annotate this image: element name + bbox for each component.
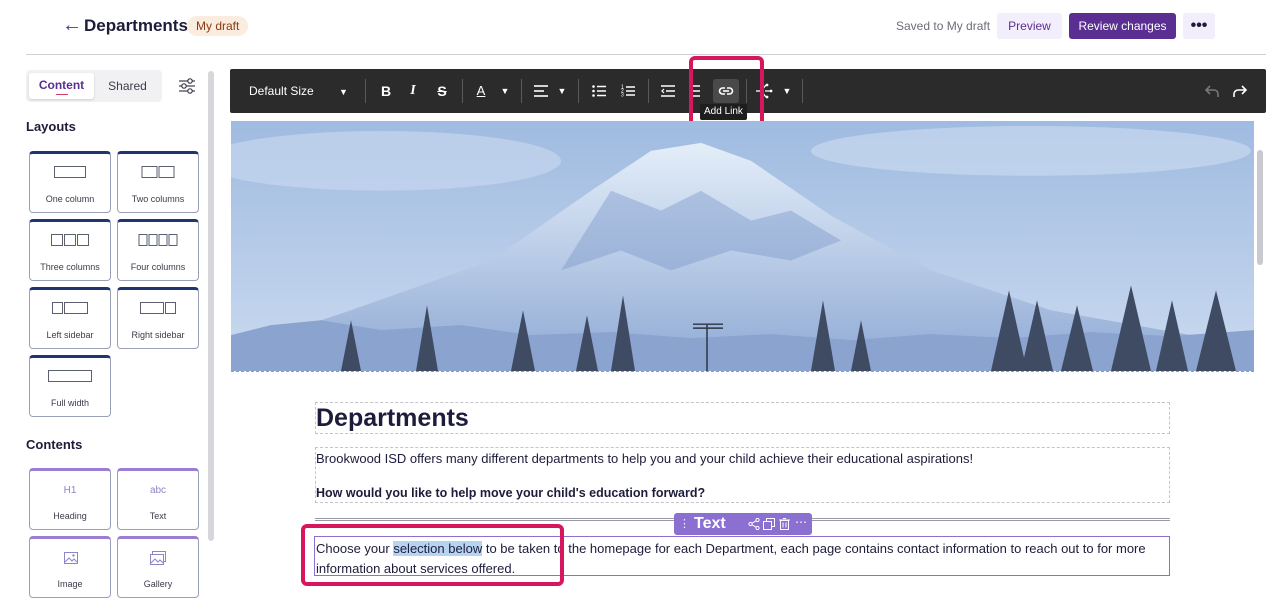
canvas-scrollbar[interactable]	[1257, 150, 1263, 265]
layout-full-width[interactable]: Full width	[29, 355, 111, 417]
content-text[interactable]: abc Text	[117, 468, 199, 530]
chevron-down-icon[interactable]: ▼	[500, 69, 510, 113]
tile-label: Heading	[53, 511, 87, 521]
tile-label: Three columns	[40, 262, 100, 272]
hero-image[interactable]	[231, 121, 1254, 372]
bold-button[interactable]: B	[379, 69, 393, 113]
layouts-heading: Layouts	[26, 119, 76, 134]
three-columns-icon	[51, 234, 89, 246]
duplicate-icon[interactable]	[763, 518, 775, 530]
toolbar-divider	[521, 79, 522, 103]
undo-icon[interactable]	[1204, 83, 1220, 99]
four-columns-icon	[138, 234, 178, 246]
tile-label: Left sidebar	[46, 330, 94, 340]
contents-heading: Contents	[26, 437, 83, 452]
text-color-button[interactable]: A	[474, 69, 488, 113]
chevron-down-icon: ▼	[339, 87, 348, 97]
toolbar-divider	[802, 79, 803, 103]
content-gallery[interactable]: Gallery	[117, 536, 199, 598]
image-icon	[64, 552, 78, 564]
tile-label: Image	[57, 579, 83, 589]
sidebar-scrollbar[interactable]	[208, 71, 214, 541]
draft-badge: My draft	[187, 16, 249, 36]
bullet-list-icon[interactable]	[592, 85, 606, 97]
intro-text: Brookwood ISD offers many different depa…	[316, 451, 974, 466]
tab-content[interactable]: Content	[29, 73, 94, 99]
layout-four-columns[interactable]: Four columns	[117, 219, 199, 281]
chevron-down-icon[interactable]: ▼	[557, 69, 567, 113]
top-bar: ← Departments My draft Saved to My draft…	[0, 0, 1280, 54]
highlight-box	[689, 56, 764, 130]
page-heading: Departments	[316, 404, 469, 432]
italic-button[interactable]: I	[407, 69, 419, 113]
layout-right-sidebar[interactable]: Right sidebar	[117, 287, 199, 349]
strikethrough-button[interactable]: S	[434, 69, 450, 113]
sidebar: Content Shared Layouts One column Two co…	[0, 55, 220, 606]
tile-label: Two columns	[131, 194, 185, 204]
tile-label: Text	[149, 511, 167, 521]
tile-label: One column	[45, 194, 95, 204]
more-options-button[interactable]: •••	[1183, 13, 1215, 39]
tile-label: Right sidebar	[131, 330, 185, 340]
heading-icon: H1	[63, 485, 77, 496]
text-block-toolbar: ⋮ Text ⋯	[674, 513, 812, 535]
gallery-icon	[150, 551, 166, 565]
drag-handle-icon[interactable]: ⋮	[679, 517, 690, 530]
one-column-icon	[54, 166, 86, 178]
highlight-box	[301, 524, 564, 586]
preview-button[interactable]: Preview	[997, 13, 1062, 39]
layout-three-columns[interactable]: Three columns	[29, 219, 111, 281]
more-icon[interactable]: ⋯	[795, 515, 807, 529]
full-width-icon	[48, 370, 92, 382]
layout-left-sidebar[interactable]: Left sidebar	[29, 287, 111, 349]
review-changes-button[interactable]: Review changes	[1069, 13, 1176, 39]
two-columns-icon	[141, 166, 175, 178]
text-icon: abc	[149, 485, 167, 496]
heading-block[interactable]: Departments	[315, 402, 1170, 434]
content-heading[interactable]: H1 Heading	[29, 468, 111, 530]
save-status: Saved to My draft	[896, 19, 991, 33]
layout-one-column[interactable]: One column	[29, 151, 111, 213]
font-size-dropdown[interactable]: Default Size ▼	[249, 69, 348, 113]
page-title: Departments	[84, 16, 188, 35]
layout-two-columns[interactable]: Two columns	[117, 151, 199, 213]
left-sidebar-icon	[52, 302, 88, 314]
question-text: How would you like to help move your chi…	[316, 486, 706, 500]
align-left-icon[interactable]	[534, 85, 548, 97]
redo-icon[interactable]	[1232, 83, 1248, 99]
outdent-icon[interactable]	[661, 85, 675, 97]
share-icon[interactable]	[748, 518, 760, 530]
sidebar-tabs: Content Shared	[26, 70, 162, 102]
svg-text:3: 3	[621, 93, 624, 98]
chevron-down-icon[interactable]: ▼	[782, 69, 792, 113]
toolbar-divider	[462, 79, 463, 103]
tile-label: Full width	[50, 398, 89, 408]
font-size-value: Default Size	[249, 84, 314, 98]
block-type-label: Text	[694, 515, 726, 532]
toolbar-divider	[365, 79, 366, 103]
right-sidebar-icon	[140, 302, 176, 314]
toolbar-divider	[648, 79, 649, 103]
trash-icon[interactable]	[779, 518, 790, 530]
sliders-icon[interactable]	[178, 78, 196, 94]
tab-shared[interactable]: Shared	[96, 73, 159, 99]
numbered-list-icon[interactable]: 1 2 3	[621, 84, 635, 97]
tile-label: Four columns	[130, 262, 186, 272]
tile-label: Gallery	[143, 579, 173, 589]
content-image[interactable]: Image	[29, 536, 111, 598]
arrow-left-icon[interactable]: ←	[62, 14, 82, 37]
toolbar-divider	[578, 79, 579, 103]
